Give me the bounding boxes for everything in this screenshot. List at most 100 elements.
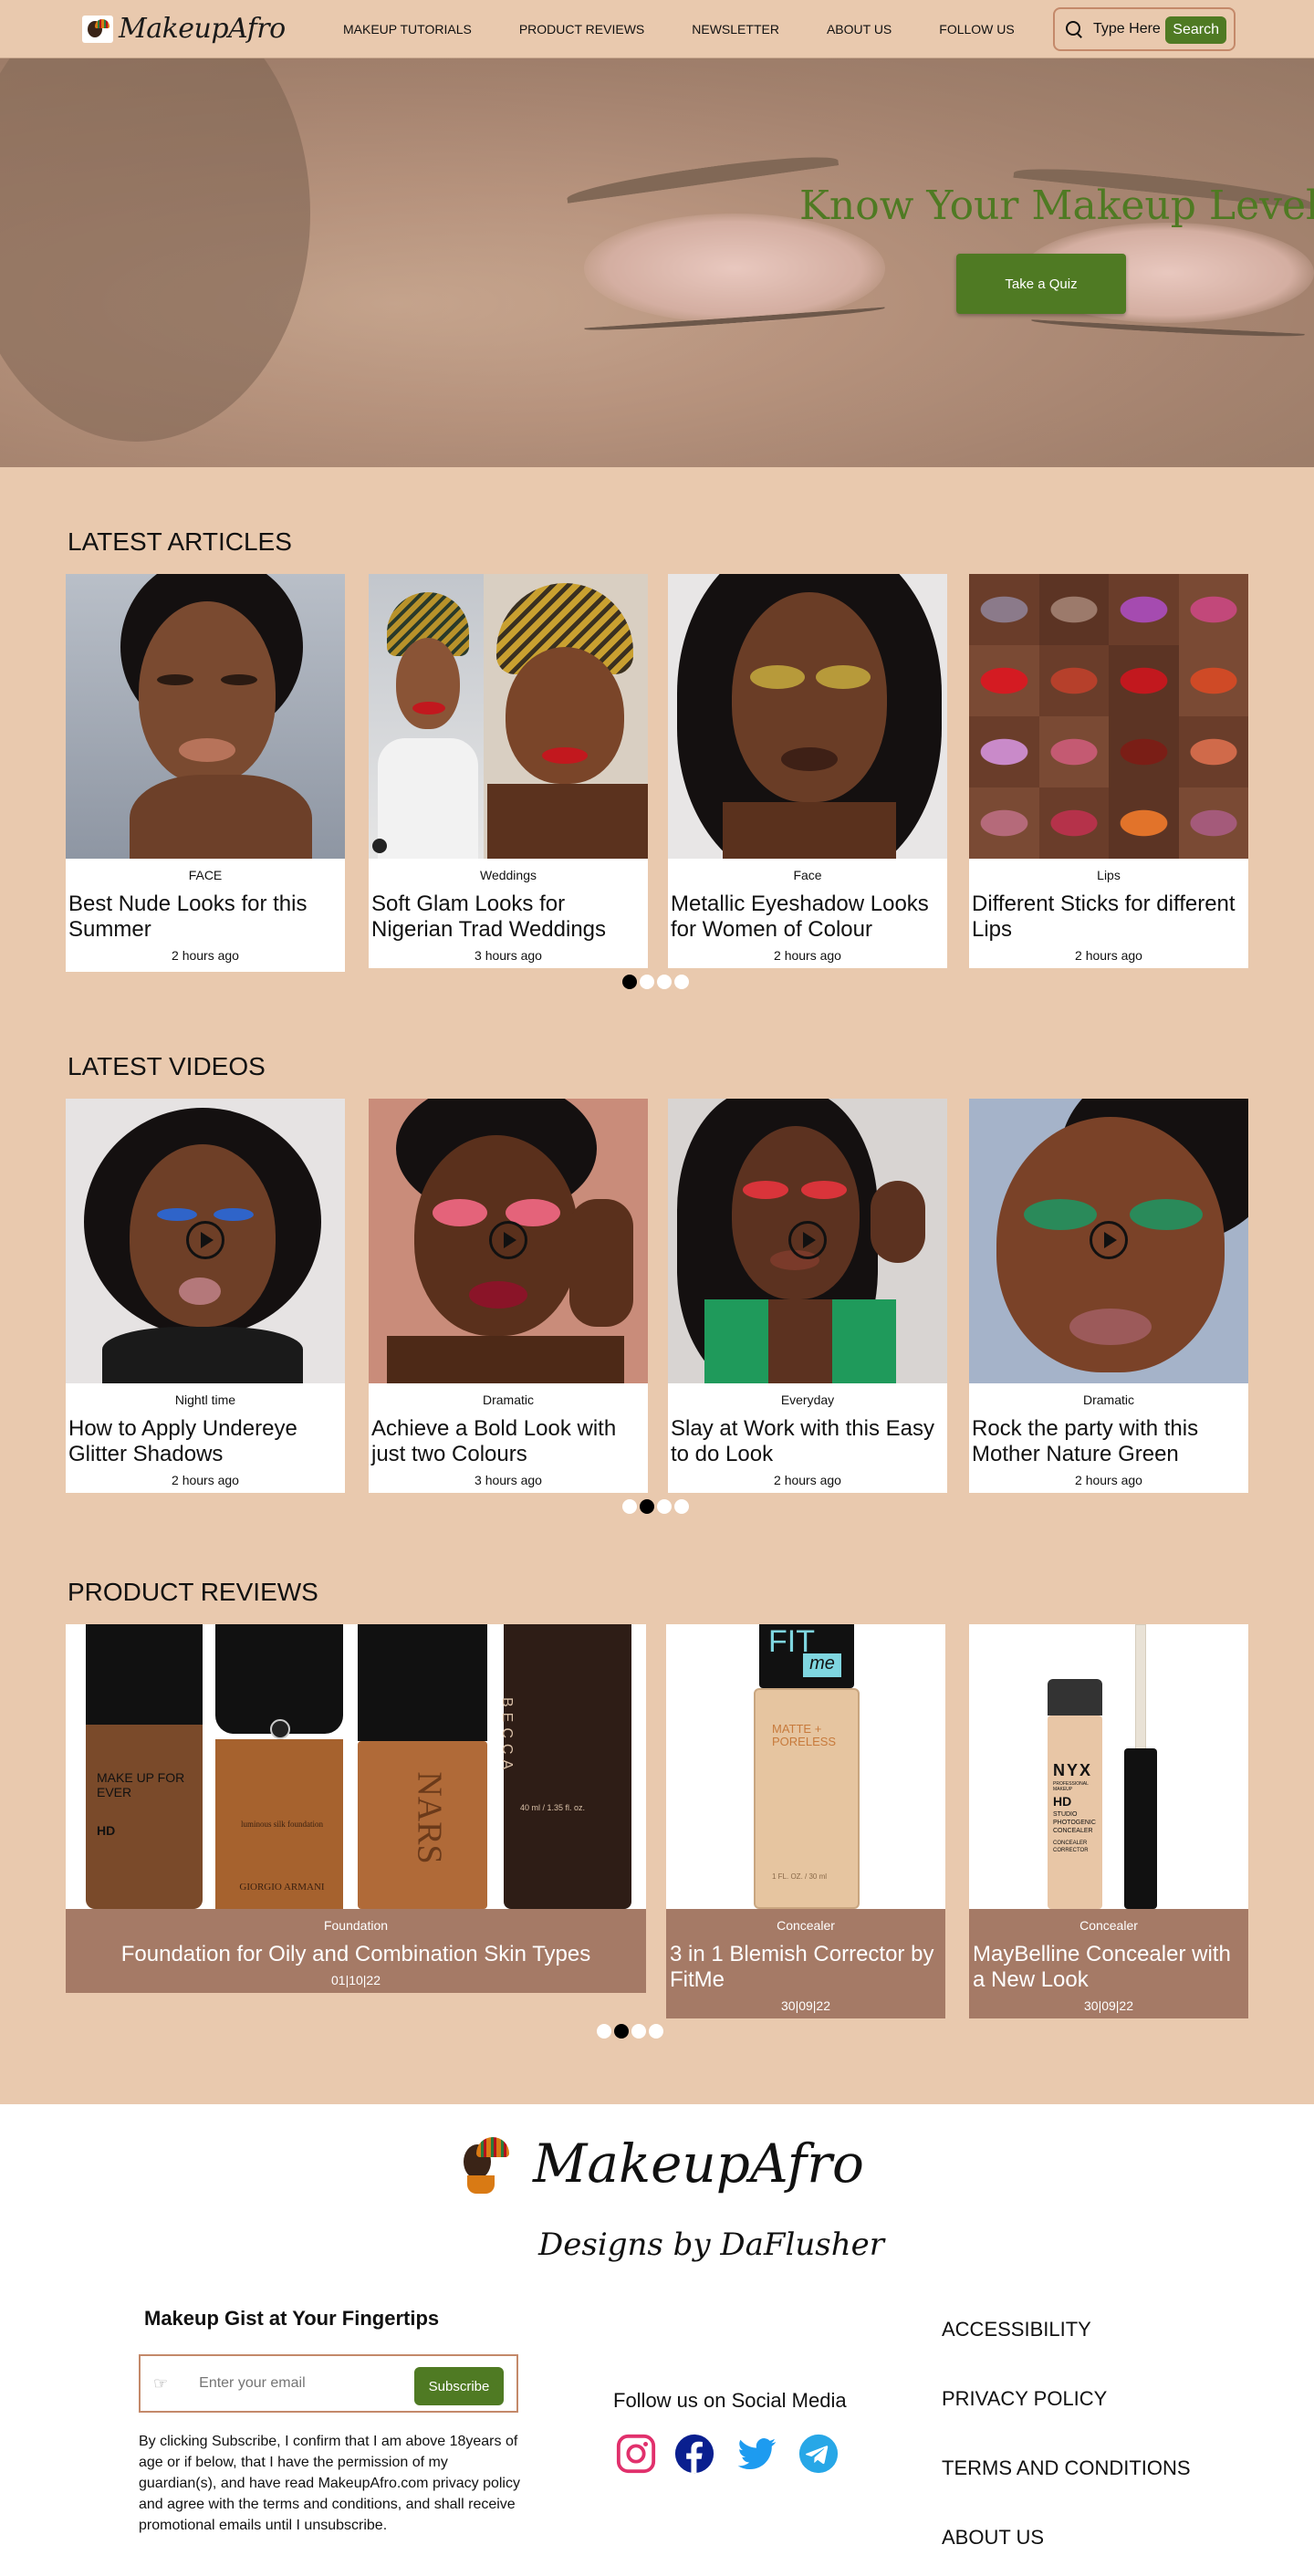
- article-title[interactable]: Different Sticks for different Lips: [969, 892, 1248, 943]
- video-category: Nightl time: [174, 1392, 236, 1407]
- carousel-dot[interactable]: [622, 975, 637, 989]
- article-category: Weddings: [479, 868, 537, 882]
- search-icon: [1064, 19, 1084, 39]
- subscribe-button[interactable]: Subscribe: [414, 2367, 504, 2405]
- search-box[interactable]: Type Here Search: [1053, 7, 1236, 51]
- article-category: Face: [793, 868, 822, 882]
- latest-videos-heading: LATEST VIDEOS: [68, 1052, 266, 1080]
- footer-link-privacy-policy[interactable]: PRIVACY POLICY: [942, 2387, 1191, 2456]
- newsletter-heading: Makeup Gist at Your Fingertips: [144, 2307, 440, 2330]
- carousel-dot[interactable]: [674, 1499, 689, 1514]
- video-time: 2 hours ago: [774, 1473, 841, 1487]
- subscribe-disclaimer: By clicking Subscribe, I confirm that I …: [139, 2434, 520, 2533]
- facebook-icon[interactable]: [673, 2433, 715, 2475]
- review-date: 30|09|22: [781, 1998, 830, 2013]
- carousel-dot[interactable]: [614, 2024, 629, 2039]
- carousel-dot[interactable]: [657, 975, 672, 989]
- play-icon[interactable]: [186, 1221, 224, 1259]
- follow-heading: Follow us on Social Media: [613, 2389, 847, 2412]
- article-time: 2 hours ago: [172, 948, 239, 963]
- review-card[interactable]: FIT me MATTE + PORELESS 1 FL. OZ. / 30 m…: [666, 1624, 945, 2018]
- reviews-carousel-dots: [597, 2024, 663, 2039]
- video-category: Dramatic: [482, 1392, 534, 1407]
- carousel-dot[interactable]: [597, 2024, 611, 2039]
- footer-link-about-us[interactable]: ABOUT US: [942, 2526, 1191, 2576]
- review-category: Foundation: [323, 1918, 389, 1933]
- play-icon[interactable]: [1090, 1221, 1128, 1259]
- article-time: 2 hours ago: [1075, 948, 1142, 963]
- review-category: Concealer: [1079, 1918, 1138, 1933]
- play-icon[interactable]: [788, 1221, 827, 1259]
- article-image: [369, 574, 648, 859]
- menu-item-makeup-tutorials[interactable]: MAKEUP TUTORIALS: [343, 22, 472, 37]
- main-menu: MAKEUP TUTORIALS PRODUCT REVIEWS NEWSLET…: [343, 22, 1062, 37]
- review-category: Concealer: [777, 1918, 835, 1933]
- video-category: Dramatic: [1082, 1392, 1134, 1407]
- article-title[interactable]: Best Nude Looks for this Summer: [66, 892, 345, 943]
- logo-mark-icon: [456, 2132, 515, 2195]
- review-title[interactable]: MayBelline Concealer with a New Look: [969, 1942, 1248, 1993]
- article-card[interactable]: Lips Different Sticks for different Lips…: [969, 574, 1248, 968]
- video-card[interactable]: Nightl time How to Apply Undereye Glitte…: [66, 1099, 345, 1493]
- menu-item-follow-us[interactable]: FOLLOW US: [939, 22, 1014, 37]
- review-title[interactable]: 3 in 1 Blemish Corrector by FitMe: [666, 1942, 945, 1993]
- article-card[interactable]: Face Metallic Eyeshadow Looks for Women …: [668, 574, 947, 968]
- video-thumbnail: [66, 1099, 345, 1383]
- article-image: [66, 574, 345, 859]
- search-input[interactable]: Type Here: [1093, 21, 1161, 37]
- social-links: [615, 2433, 840, 2475]
- article-card[interactable]: FACE Best Nude Looks for this Summer 2 h…: [66, 574, 345, 972]
- carousel-dot[interactable]: [640, 1499, 654, 1514]
- review-card[interactable]: MAKE UP FOR EVER HD luminous silk founda…: [66, 1624, 646, 1993]
- newsletter-form: ☞ Subscribe: [139, 2354, 518, 2413]
- video-title[interactable]: How to Apply Undereye Glitter Shadows: [66, 1416, 345, 1467]
- article-card[interactable]: Weddings Soft Glam Looks for Nigerian Tr…: [369, 574, 648, 968]
- carousel-dot[interactable]: [631, 2024, 646, 2039]
- article-time: 3 hours ago: [474, 948, 542, 963]
- carousel-dot[interactable]: [622, 1499, 637, 1514]
- footer-logo[interactable]: MakeupAfro: [456, 2132, 864, 2195]
- article-title[interactable]: Soft Glam Looks for Nigerian Trad Weddin…: [369, 892, 648, 943]
- video-title[interactable]: Slay at Work with this Easy to do Look: [668, 1416, 947, 1467]
- review-date: 30|09|22: [1084, 1998, 1133, 2013]
- carousel-dot[interactable]: [674, 975, 689, 989]
- video-title[interactable]: Rock the party with this Mother Nature G…: [969, 1416, 1248, 1467]
- video-category: Everyday: [780, 1392, 835, 1407]
- carousel-dot[interactable]: [649, 2024, 663, 2039]
- video-time: 2 hours ago: [172, 1473, 239, 1487]
- carousel-dot[interactable]: [657, 1499, 672, 1514]
- footer-links: ACCESSIBILITY PRIVACY POLICY TERMS AND C…: [942, 2318, 1191, 2576]
- site-logo[interactable]: MakeupAfro: [82, 13, 286, 45]
- menu-item-product-reviews[interactable]: PRODUCT REVIEWS: [519, 22, 644, 37]
- play-icon[interactable]: [489, 1221, 527, 1259]
- menu-item-about-us[interactable]: ABOUT US: [827, 22, 892, 37]
- twitter-icon[interactable]: [732, 2433, 781, 2475]
- footer-link-terms[interactable]: TERMS AND CONDITIONS: [942, 2456, 1191, 2526]
- telegram-icon[interactable]: [798, 2433, 840, 2475]
- instagram-icon[interactable]: [615, 2433, 657, 2475]
- video-card[interactable]: Dramatic Rock the party with this Mother…: [969, 1099, 1248, 1493]
- review-image: FIT me MATTE + PORELESS 1 FL. OZ. / 30 m…: [666, 1624, 945, 1909]
- top-navbar: MakeupAfro MAKEUP TUTORIALS PRODUCT REVI…: [0, 0, 1314, 58]
- review-image: MAKE UP FOR EVER HD luminous silk founda…: [66, 1624, 646, 1909]
- footer-link-accessibility[interactable]: ACCESSIBILITY: [942, 2318, 1191, 2387]
- footer-logo-text: MakeupAfro: [533, 2133, 864, 2195]
- take-quiz-button[interactable]: Take a Quiz: [956, 254, 1126, 314]
- video-time: 2 hours ago: [1075, 1473, 1142, 1487]
- designer-signature: Designs by DaFlusher: [538, 2227, 885, 2263]
- menu-item-newsletter[interactable]: NEWSLETTER: [692, 22, 779, 37]
- email-field[interactable]: [199, 2375, 364, 2392]
- hero-title: Know Your Makeup Level?: [799, 183, 1314, 229]
- video-card[interactable]: Dramatic Achieve a Bold Look with just t…: [369, 1099, 648, 1493]
- video-card[interactable]: Everyday Slay at Work with this Easy to …: [668, 1099, 947, 1493]
- article-category: Lips: [1097, 868, 1121, 882]
- carousel-dot[interactable]: [640, 975, 654, 989]
- logo-mark-icon: [82, 15, 113, 43]
- article-title[interactable]: Metallic Eyeshadow Looks for Women of Co…: [668, 892, 947, 943]
- article-category: FACE: [188, 868, 223, 882]
- video-title[interactable]: Achieve a Bold Look with just two Colour…: [369, 1416, 648, 1467]
- article-time: 2 hours ago: [774, 948, 841, 963]
- review-title[interactable]: Foundation for Oily and Combination Skin…: [66, 1942, 646, 1967]
- search-button[interactable]: Search: [1165, 16, 1226, 44]
- review-card[interactable]: NYX PROFESSIONAL MAKEUP HD STUDIO PHOTOG…: [969, 1624, 1248, 2018]
